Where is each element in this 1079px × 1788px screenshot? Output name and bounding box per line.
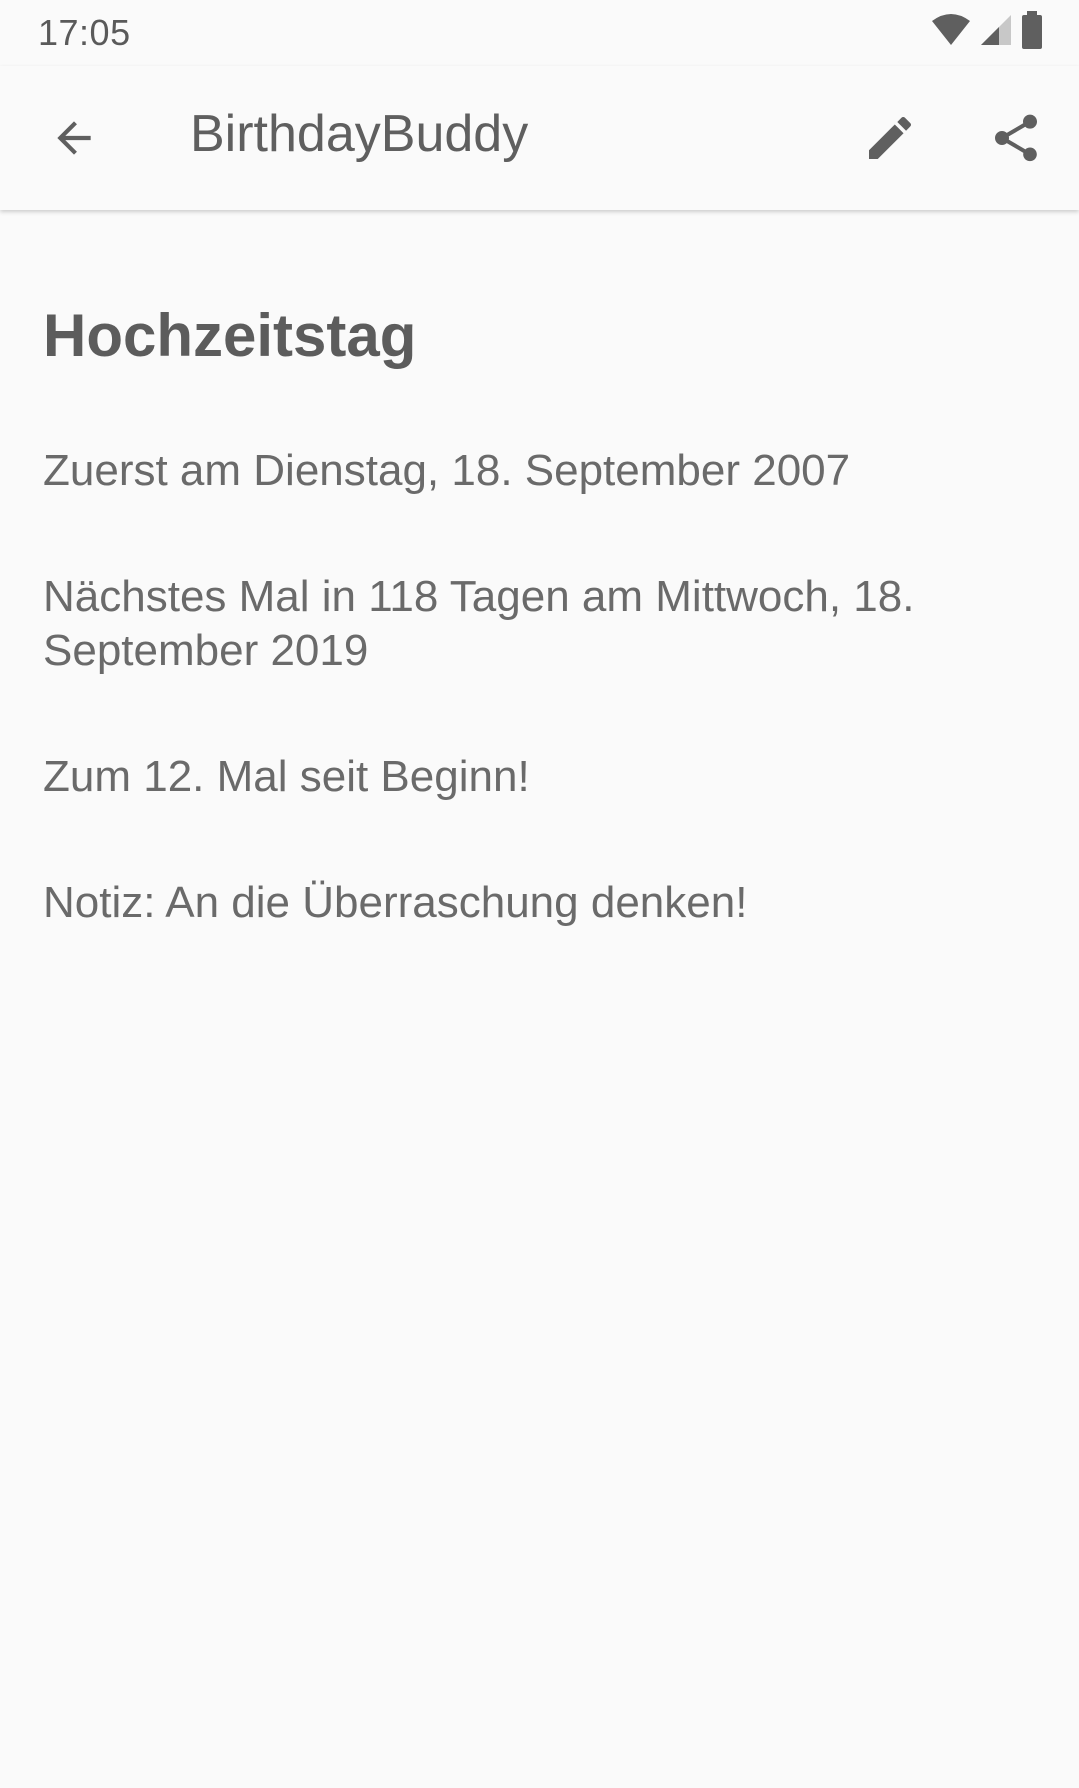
status-time: 17:05 xyxy=(38,12,131,53)
next-occurrence-text: Nächstes Mal in 118 Tagen am Mittwoch, 1… xyxy=(43,572,915,675)
event-title: Hochzeitstag xyxy=(43,302,417,369)
cellular-signal-icon xyxy=(979,13,1013,52)
count-text: Zum 12. Mal seit Beginn! xyxy=(43,752,530,801)
share-icon xyxy=(988,110,1044,171)
edit-button[interactable] xyxy=(846,104,934,176)
first-date-text: Zuerst am Dienstag, 18. September 2007 xyxy=(43,446,851,495)
pencil-icon xyxy=(862,110,918,171)
back-button[interactable] xyxy=(24,104,124,176)
note-text: Notiz: An die Überraschung denken! xyxy=(43,878,748,927)
app-title: BirthdayBuddy xyxy=(190,105,529,163)
event-details: Hochzeitstag Zuerst am Dienstag, 18. Sep… xyxy=(43,300,1033,930)
share-button[interactable] xyxy=(972,104,1060,176)
battery-icon xyxy=(1021,10,1043,54)
arrow-back-icon xyxy=(49,113,99,168)
status-icons xyxy=(931,10,1043,52)
app-bar: BirthdayBuddy xyxy=(0,66,1079,210)
status-bar: 17:05 xyxy=(0,0,1079,66)
wifi-icon xyxy=(931,13,971,52)
